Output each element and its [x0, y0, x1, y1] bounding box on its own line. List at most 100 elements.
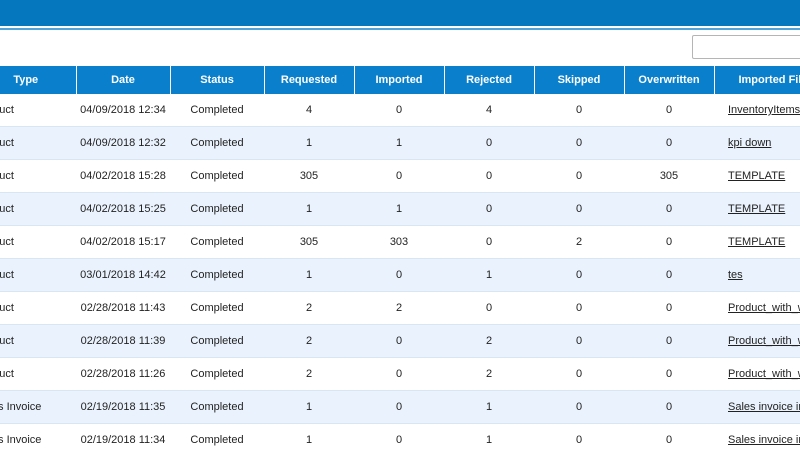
cell-type: Product: [0, 126, 76, 160]
cell-type: Product: [0, 225, 76, 259]
cell-imported-file: tes: [714, 258, 800, 292]
search-input[interactable]: [692, 35, 800, 59]
cell-rejected: 4: [444, 94, 534, 127]
cell-date: 04/02/2018 15:28: [76, 159, 170, 193]
cell-skipped: 0: [534, 94, 624, 127]
cell-type: Product: [0, 357, 76, 391]
imported-file-link[interactable]: Sales invoice im: [728, 401, 800, 413]
cell-type: Product: [0, 94, 76, 127]
table-row[interactable]: Product02/28/2018 11:39Completed20200Pro…: [0, 324, 800, 358]
cell-overwritten: 0: [624, 357, 714, 391]
table-row[interactable]: Product04/02/2018 15:25Completed11000TEM…: [0, 192, 800, 226]
cell-overwritten: 0: [624, 258, 714, 292]
cell-date: 04/09/2018 12:34: [76, 94, 170, 127]
table-row[interactable]: Product04/02/2018 15:28Completed30500030…: [0, 159, 800, 193]
cell-type: Product: [0, 159, 76, 193]
table-header-row: Type Date Status Requested Imported Reje…: [0, 66, 800, 94]
imported-file-link[interactable]: TEMPLATE: [728, 170, 785, 182]
cell-rejected: 1: [444, 423, 534, 455]
table-row[interactable]: Sales Invoice02/19/2018 11:35Completed 10…: [0, 390, 800, 424]
cell-imported: 303: [354, 225, 444, 259]
column-header-type[interactable]: Type: [0, 66, 77, 94]
cell-date: 02/19/2018 11:35: [76, 390, 170, 424]
imported-file-link[interactable]: Product_with_w: [728, 368, 800, 380]
cell-status: Completed: [170, 291, 264, 325]
cell-imported-file: TEMPLATE: [714, 159, 800, 193]
imported-file-link[interactable]: Product_with_w: [728, 302, 800, 314]
cell-status: Completed: [170, 258, 264, 292]
cell-date: 03/01/2018 14:42: [76, 258, 170, 292]
table-row[interactable]: Product04/09/2018 12:34Completed40400Inv…: [0, 94, 800, 127]
cell-rejected: 0: [444, 159, 534, 193]
cell-imported-file: Product_with_w: [714, 324, 800, 358]
table-row[interactable]: Product03/01/2018 14:42Completed10100tes: [0, 258, 800, 292]
cell-requested: 4: [264, 94, 354, 127]
cell-requested: 2: [264, 291, 354, 325]
cell-type: Product: [0, 324, 76, 358]
column-header-skipped[interactable]: Skipped: [534, 66, 625, 94]
cell-requested: 2: [264, 357, 354, 391]
app-header-bar: [0, 0, 800, 26]
cell-imported: 0: [354, 324, 444, 358]
column-header-requested[interactable]: Requested: [264, 66, 355, 94]
cell-rejected: 1: [444, 390, 534, 424]
table-row[interactable]: Product02/28/2018 11:43Completed22000Pro…: [0, 291, 800, 325]
cell-skipped: 0: [534, 159, 624, 193]
column-header-status[interactable]: Status: [170, 66, 265, 94]
cell-date: 04/09/2018 12:32: [76, 126, 170, 160]
table-row[interactable]: Product04/02/2018 15:17Completed30530302…: [0, 225, 800, 259]
import-history-table: Type Date Status Requested Imported Reje…: [0, 66, 800, 455]
cell-status: Completed: [170, 357, 264, 391]
column-header-date[interactable]: Date: [76, 66, 171, 94]
cell-skipped: 0: [534, 192, 624, 226]
cell-date: 02/28/2018 11:43: [76, 291, 170, 325]
cell-type: Sales Invoice: [0, 423, 76, 455]
imported-file-link[interactable]: kpi down: [728, 137, 771, 149]
cell-date: 04/02/2018 15:25: [76, 192, 170, 226]
cell-type: Product: [0, 291, 76, 325]
column-header-rejected[interactable]: Rejected: [444, 66, 535, 94]
header-divider: [0, 28, 800, 30]
column-header-imported-file[interactable]: Imported File: [714, 66, 800, 94]
table-row[interactable]: Sales Invoice02/19/2018 11:34Completed10…: [0, 423, 800, 455]
cell-status: Completed: [170, 390, 264, 424]
cell-rejected: 2: [444, 357, 534, 391]
cell-imported: 0: [354, 390, 444, 424]
imported-file-link[interactable]: TEMPLATE: [728, 236, 785, 248]
cell-overwritten: 0: [624, 291, 714, 325]
cell-overwritten: 0: [624, 126, 714, 160]
table-row[interactable]: Product02/28/2018 11:26Completed20200Pro…: [0, 357, 800, 391]
cell-imported-file: Product_with_w: [714, 291, 800, 325]
cell-date: 02/28/2018 11:26: [76, 357, 170, 391]
cell-imported-file: TEMPLATE: [714, 192, 800, 226]
cell-status: Completed: [170, 94, 264, 127]
cell-type: Product: [0, 258, 76, 292]
cell-rejected: 0: [444, 192, 534, 226]
cell-overwritten: 0: [624, 225, 714, 259]
cell-imported: 2: [354, 291, 444, 325]
cell-overwritten: 0: [624, 192, 714, 226]
cell-rejected: 1: [444, 258, 534, 292]
cell-imported-file: InventoryItems_: [714, 94, 800, 127]
cell-skipped: 0: [534, 126, 624, 160]
imported-file-link[interactable]: InventoryItems_: [728, 104, 800, 116]
cell-status: Completed: [170, 225, 264, 259]
cell-overwritten: 0: [624, 94, 714, 127]
cell-status: Completed: [170, 126, 264, 160]
cell-requested: 1: [264, 258, 354, 292]
cell-imported: 1: [354, 126, 444, 160]
cell-imported: 0: [354, 423, 444, 455]
imported-file-link[interactable]: TEMPLATE: [728, 203, 785, 215]
table-row[interactable]: Product04/09/2018 12:32Completed11000kpi…: [0, 126, 800, 160]
imported-file-link[interactable]: Product_with_w: [728, 335, 800, 347]
cell-skipped: 0: [534, 357, 624, 391]
cell-type: Sales Invoice: [0, 390, 76, 424]
cell-date: 02/19/2018 11:34: [76, 423, 170, 455]
imported-file-link[interactable]: tes: [728, 269, 743, 281]
cell-requested: 305: [264, 225, 354, 259]
cell-imported-file: kpi down: [714, 126, 800, 160]
column-header-imported[interactable]: Imported: [354, 66, 445, 94]
cell-imported: 0: [354, 94, 444, 127]
imported-file-link[interactable]: Sales invoice im: [728, 434, 800, 446]
column-header-overwritten[interactable]: Overwritten: [624, 66, 715, 94]
